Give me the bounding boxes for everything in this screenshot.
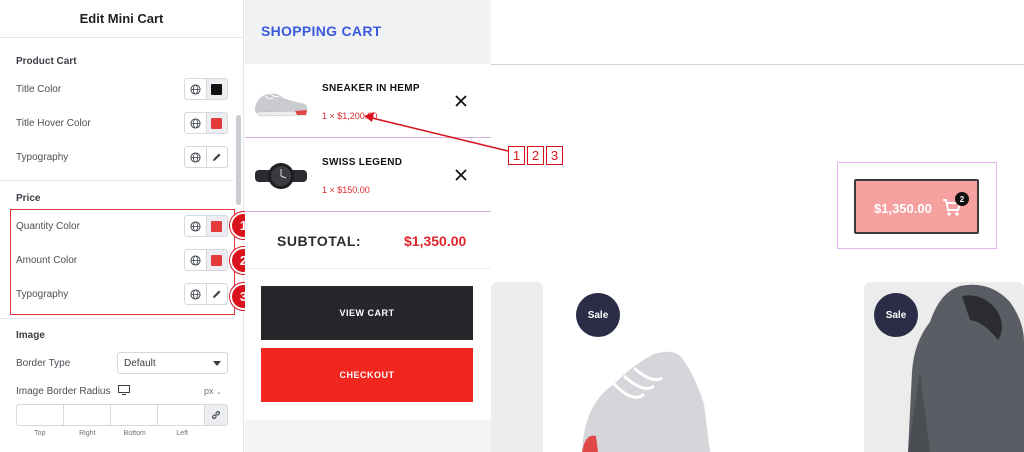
cart-footer bbox=[245, 420, 491, 452]
radius-top-label: Top bbox=[34, 430, 46, 437]
sale-badge: Sale bbox=[576, 293, 620, 337]
typography-control bbox=[184, 146, 228, 168]
view-cart-button[interactable]: VIEW CART bbox=[261, 286, 473, 340]
title-color-control bbox=[184, 78, 228, 100]
chevron-down-icon: ⌄ bbox=[216, 389, 222, 396]
link-icon bbox=[212, 411, 220, 419]
border-type-label: Border Type bbox=[16, 358, 71, 369]
radius-side-labels: Top Right Bottom Left bbox=[16, 430, 206, 437]
radius-top-input[interactable] bbox=[17, 405, 64, 425]
border-type-value: Default bbox=[124, 357, 156, 369]
chevron-down-icon bbox=[213, 361, 221, 366]
step-label-2: 2 bbox=[527, 146, 544, 165]
subtotal-value: $1,350.00 bbox=[404, 233, 467, 249]
mini-cart-amount: $1,350.00 bbox=[874, 201, 932, 216]
cart-item: SNEAKER IN HEMP 1 × $1,200.00 bbox=[245, 64, 491, 138]
global-icon[interactable] bbox=[185, 147, 206, 167]
close-icon[interactable] bbox=[453, 93, 469, 109]
border-type-select[interactable]: Default bbox=[117, 352, 228, 374]
radius-right-label: Right bbox=[79, 430, 96, 437]
title-color-picker[interactable] bbox=[205, 79, 227, 99]
sale-badge: Sale bbox=[874, 293, 918, 337]
title-hover-color-picker[interactable] bbox=[205, 113, 227, 133]
mini-cart-button[interactable]: $1,350.00 2 bbox=[854, 179, 979, 234]
hoodie-image bbox=[908, 284, 1024, 452]
panel-scrollbar[interactable] bbox=[236, 115, 241, 205]
step-label-1: 1 bbox=[508, 146, 525, 165]
radius-bottom-input[interactable] bbox=[111, 405, 158, 425]
global-icon[interactable] bbox=[185, 79, 206, 99]
title-color-label: Title Color bbox=[16, 84, 62, 95]
desktop-icon[interactable] bbox=[118, 385, 130, 395]
cart-count-badge: 2 bbox=[955, 192, 969, 206]
image-border-radius-label: Image Border Radius bbox=[16, 386, 111, 397]
subtotal-label: SUBTOTAL: bbox=[277, 233, 362, 249]
item-name[interactable]: SNEAKER IN HEMP bbox=[322, 83, 420, 94]
cart-item: SWISS LEGEND 1 × $150.00 bbox=[245, 138, 491, 212]
edit-typography-button[interactable] bbox=[205, 147, 227, 167]
item-price: 1 × $1,200.00 bbox=[322, 111, 378, 121]
border-radius-inputs bbox=[16, 404, 228, 426]
unit-label: px bbox=[204, 386, 214, 396]
divider bbox=[0, 318, 234, 319]
title-color-swatch bbox=[211, 83, 223, 95]
radius-bottom-label: Bottom bbox=[123, 430, 146, 437]
title-hover-color-control bbox=[184, 112, 228, 134]
title-hover-color-swatch bbox=[211, 117, 223, 129]
checkout-button[interactable]: CHECKOUT bbox=[261, 348, 473, 402]
sneaker-image bbox=[254, 93, 308, 117]
editor-panel: Edit Mini Cart Product Cart Title Color … bbox=[0, 0, 244, 452]
item-name[interactable]: SWISS LEGEND bbox=[322, 157, 402, 168]
item-price: 1 × $150.00 bbox=[322, 185, 370, 195]
close-icon[interactable] bbox=[453, 167, 469, 183]
product-card[interactable] bbox=[491, 282, 543, 452]
section-product-cart: Product Cart bbox=[16, 56, 77, 67]
panel-title: Edit Mini Cart bbox=[0, 0, 243, 38]
step-label: 1 2 3 bbox=[508, 146, 563, 165]
sneaker-image bbox=[582, 351, 710, 452]
unit-selector[interactable]: px ⌄ bbox=[204, 386, 222, 396]
divider bbox=[0, 180, 234, 181]
step-label-3: 3 bbox=[546, 146, 563, 165]
radius-left-input[interactable] bbox=[158, 405, 205, 425]
link-values-button[interactable] bbox=[205, 405, 227, 425]
price-highlight-box bbox=[10, 209, 235, 315]
shopping-cart-title: SHOPPING CART bbox=[261, 23, 382, 39]
pencil-icon bbox=[212, 153, 221, 161]
radius-left-label: Left bbox=[176, 430, 189, 437]
typography-label: Typography bbox=[16, 152, 69, 163]
section-price: Price bbox=[16, 193, 41, 204]
subtotal-divider bbox=[245, 268, 491, 269]
title-hover-color-label: Title Hover Color bbox=[16, 118, 91, 129]
section-image: Image bbox=[16, 330, 45, 341]
global-icon[interactable] bbox=[185, 113, 206, 133]
watch-image bbox=[255, 163, 307, 189]
radius-right-input[interactable] bbox=[64, 405, 111, 425]
